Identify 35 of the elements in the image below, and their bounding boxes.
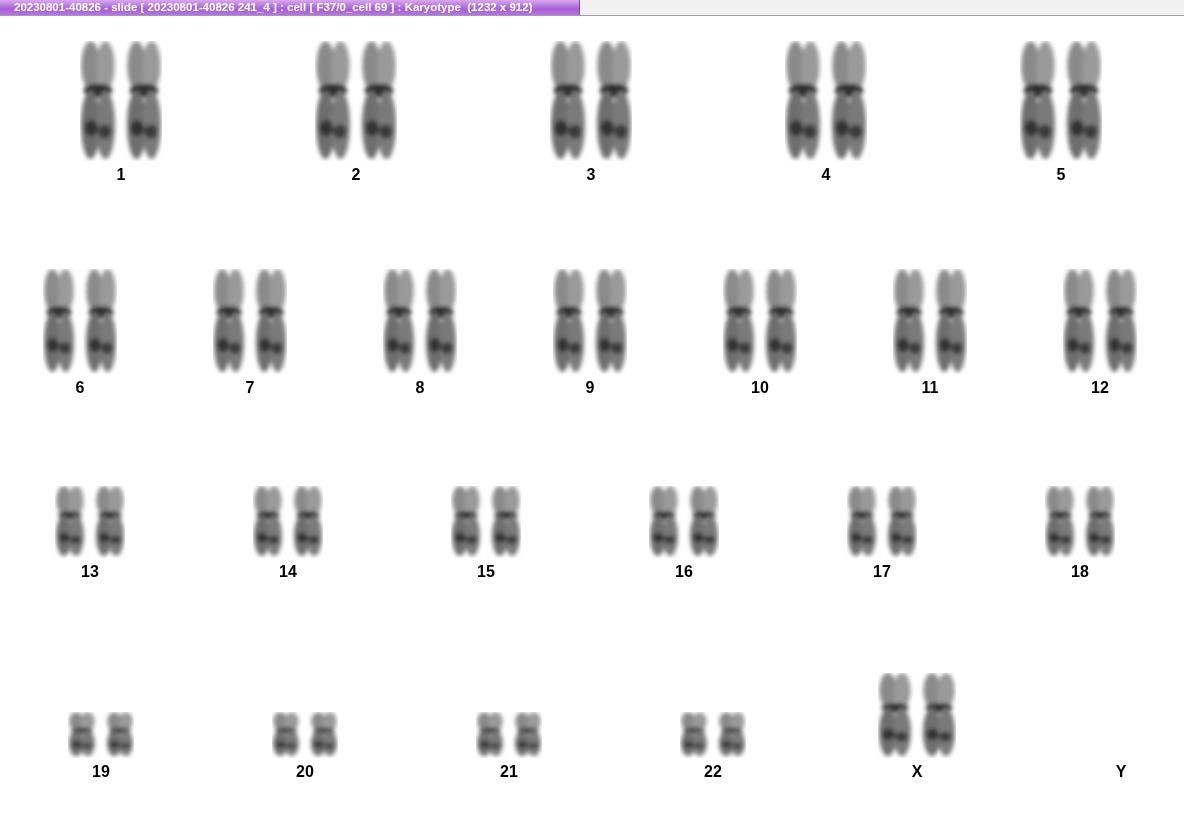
chromosome-label: 19 [92, 762, 110, 782]
chromosome-label: X [911, 762, 923, 782]
chromosome-label: 22 [704, 762, 722, 782]
chromosome-label: 6 [75, 378, 85, 398]
chromosome-label: 14 [279, 562, 297, 582]
chromosome-label: 17 [873, 562, 891, 582]
chromosome-pair-drawing [55, 486, 125, 558]
chromosome-label: 7 [245, 378, 255, 398]
chromosome-label: 15 [477, 562, 495, 582]
chromosome-pair-drawing [68, 712, 134, 758]
chromosome-pair-drawing [649, 486, 719, 558]
chromosome-pair-drawing [847, 486, 917, 558]
chromosome-pair-drawing [680, 712, 746, 758]
chromosome-label: 2 [351, 165, 361, 185]
chromosome-pair-drawing [253, 486, 323, 558]
chromosome-label: 3 [586, 165, 596, 185]
chromosome-label: 11 [921, 378, 939, 398]
chromosome-label: Y [1115, 762, 1127, 782]
chromosome-label: 12 [1091, 378, 1109, 398]
chromosome-label: 20 [296, 762, 314, 782]
chromosome-pair-drawing [1045, 486, 1115, 558]
chromosome-label: 10 [751, 378, 769, 398]
chromosome-label: 16 [675, 562, 693, 582]
chromosome-label: 4 [821, 165, 831, 185]
window-title: 20230801-40826 - slide [ 20230801-40826 241_4 ] : cell [ F37/0_cell 69 ] : Karyotype (1232 x 912) [0, 0, 580, 15]
chromosome-pair-drawing [451, 486, 521, 558]
chromosome-label: 9 [585, 378, 595, 398]
chromosome-label: 18 [1071, 562, 1089, 582]
chromosome-label: 8 [415, 378, 425, 398]
chromosome-label: 1 [116, 165, 126, 185]
chromosome-label: 13 [81, 562, 99, 582]
chromosome-label: 21 [500, 762, 518, 782]
chromosome-pair-drawing [272, 712, 338, 758]
chromosome-label: 5 [1056, 165, 1066, 185]
chromosome-pair-drawing [476, 712, 542, 758]
